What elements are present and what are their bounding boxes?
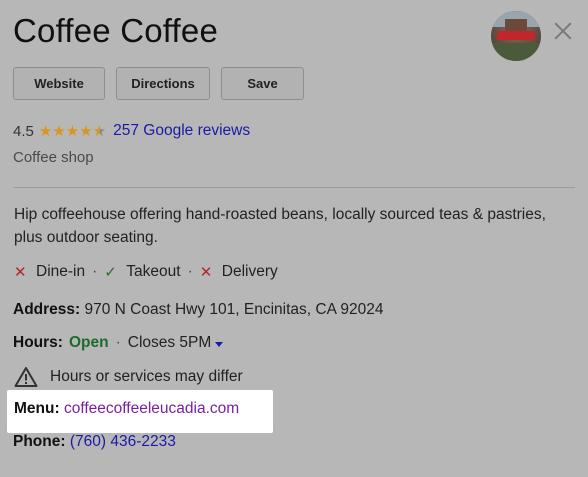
business-description: Hip coffeehouse offering hand-roasted be… [14,206,546,246]
service-dine-in: Dine-in [36,263,86,280]
x-icon: ✕ [14,264,27,281]
separator: · [187,263,193,280]
menu-link[interactable]: coffeecoffeeleucadia.com [64,400,239,417]
divider [13,187,575,188]
check-icon: ✓ [104,264,117,281]
phone-label: Phone: [13,433,66,450]
address-line: Address: 970 N Coast Hwy 101, Encinitas,… [13,301,383,319]
address-value: 970 N Coast Hwy 101, Encinitas, CA 92024 [84,301,384,318]
hours-status: Open [68,334,109,351]
star-icon: ★ [65,122,80,140]
rating-value: 4.5 [13,122,34,140]
hours-warning: Hours or services may differ [14,366,243,388]
business-title: Coffee Coffee [13,12,219,49]
rating-row: 4.5 ★ ★ ★ ★ ★ 257 Google reviews [13,121,250,141]
star-icon: ★ [52,122,66,140]
hours-label: Hours: [13,334,63,351]
save-button[interactable]: Save [221,67,304,100]
caret-down-icon[interactable] [215,341,224,347]
separator: · [115,334,121,351]
menu-label: Menu: [14,400,60,417]
hours-close-time[interactable]: Closes 5PM [128,334,212,352]
warning-triangle-icon [14,366,38,388]
star-icon: ★ [38,122,53,140]
menu-line: Menu: coffeecoffeeleucadia.com [14,400,239,418]
phone-line: Phone: (760) 436-2233 [13,433,176,451]
hours-line[interactable]: Hours: Open · Closes 5PM [13,334,224,352]
reviews-link[interactable]: 257 Google reviews [113,122,250,140]
business-photo-thumbnail[interactable] [491,11,541,61]
star-icon: ★ [79,122,93,140]
x-icon: ✕ [199,264,213,281]
directions-button[interactable]: Directions [116,67,210,100]
service-delivery: Delivery [221,263,278,280]
website-button[interactable]: Website [13,67,105,100]
business-category: Coffee shop [13,149,94,166]
half-star-icon: ★ [92,122,107,140]
warning-text: Hours or services may differ [50,368,243,385]
phone-link[interactable]: (760) 436-2233 [70,433,176,450]
close-icon[interactable] [552,20,574,42]
separator: · [92,263,98,280]
star-rating: ★ ★ ★ ★ ★ [39,124,106,139]
service-options: ✕ Dine-in · ✓ Takeout · ✕ Delivery [14,262,278,282]
service-takeout: Takeout [126,263,181,280]
address-label: Address: [13,301,81,318]
